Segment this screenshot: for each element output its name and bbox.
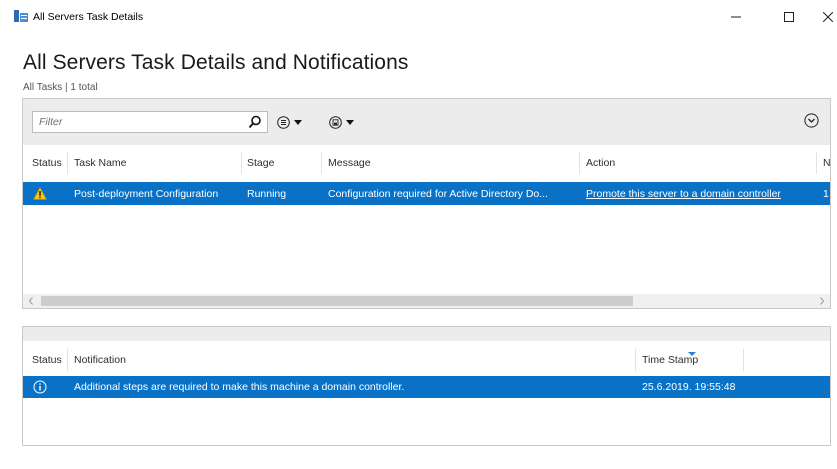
column-divider[interactable] <box>816 152 817 174</box>
promote-domain-controller-link[interactable]: Promote this server to a domain controll… <box>586 188 781 200</box>
column-header-status[interactable]: Status <box>32 354 62 366</box>
notifications-toolbar <box>23 327 830 341</box>
column-header-task-name[interactable]: Task Name <box>74 157 127 169</box>
maximize-icon <box>784 12 794 22</box>
notifications-grid-header: Status Notification Time Stamp <box>23 349 830 371</box>
window-titlebar: All Servers Task Details <box>0 0 837 30</box>
save-query-icon <box>329 115 342 129</box>
list-options-button[interactable] <box>277 112 302 132</box>
info-icon <box>33 380 47 394</box>
scroll-right-icon[interactable] <box>817 296 827 306</box>
horizontal-scrollbar[interactable] <box>23 294 830 308</box>
window-title: All Servers Task Details <box>33 11 144 23</box>
page-title: All Servers Task Details and Notificatio… <box>23 51 409 74</box>
task-count-subtitle: All Tasks | 1 total <box>23 82 98 93</box>
column-header-message[interactable]: Message <box>328 157 371 169</box>
table-row[interactable]: Post-deployment Configuration Running Co… <box>23 182 830 205</box>
scroll-left-icon[interactable] <box>26 296 36 306</box>
stage-cell: Running <box>247 188 287 200</box>
column-divider[interactable] <box>67 152 68 174</box>
column-header-status[interactable]: Status <box>32 157 62 169</box>
task-name-cell: Post-deployment Configuration <box>74 188 219 200</box>
chevron-down-icon <box>294 119 302 125</box>
filter-box <box>32 111 268 133</box>
message-cell: Configuration required for Active Direct… <box>328 188 549 200</box>
tasks-panel: Status Task Name Stage Message Action N … <box>22 98 831 309</box>
n-cell: 1 <box>823 188 829 200</box>
filter-input[interactable] <box>33 112 233 132</box>
column-divider[interactable] <box>635 349 636 371</box>
column-header-n[interactable]: N <box>823 157 831 169</box>
minimize-button[interactable] <box>718 6 754 28</box>
table-row[interactable]: Additional steps are required to make th… <box>23 376 830 398</box>
scrollbar-thumb[interactable] <box>41 296 633 306</box>
maximize-button[interactable] <box>771 6 807 28</box>
expand-chevron-icon[interactable] <box>804 113 819 128</box>
column-divider[interactable] <box>67 349 68 371</box>
column-divider[interactable] <box>579 152 580 174</box>
save-query-button[interactable] <box>329 112 354 132</box>
column-header-action[interactable]: Action <box>586 157 615 169</box>
column-header-time-stamp[interactable]: Time Stamp <box>642 354 698 366</box>
tasks-toolbar <box>23 99 830 145</box>
notifications-panel: Status Notification Time Stamp Additiona… <box>22 326 831 446</box>
tasks-grid-header: Status Task Name Stage Message Action N <box>23 152 831 174</box>
column-divider[interactable] <box>321 152 322 174</box>
close-icon <box>823 12 833 22</box>
column-header-notification[interactable]: Notification <box>74 354 126 366</box>
minimize-icon <box>731 16 741 18</box>
column-divider[interactable] <box>241 152 242 174</box>
search-icon[interactable] <box>248 115 262 129</box>
column-divider[interactable] <box>743 349 744 371</box>
column-header-stage[interactable]: Stage <box>247 157 274 169</box>
warning-icon <box>33 187 47 200</box>
close-button[interactable] <box>810 6 837 28</box>
time-stamp-cell: 25.6.2019. 19:55:48 <box>642 381 736 393</box>
chevron-down-icon <box>346 119 354 125</box>
server-manager-icon <box>14 10 28 22</box>
list-options-icon <box>277 115 290 129</box>
notification-cell: Additional steps are required to make th… <box>74 381 405 393</box>
